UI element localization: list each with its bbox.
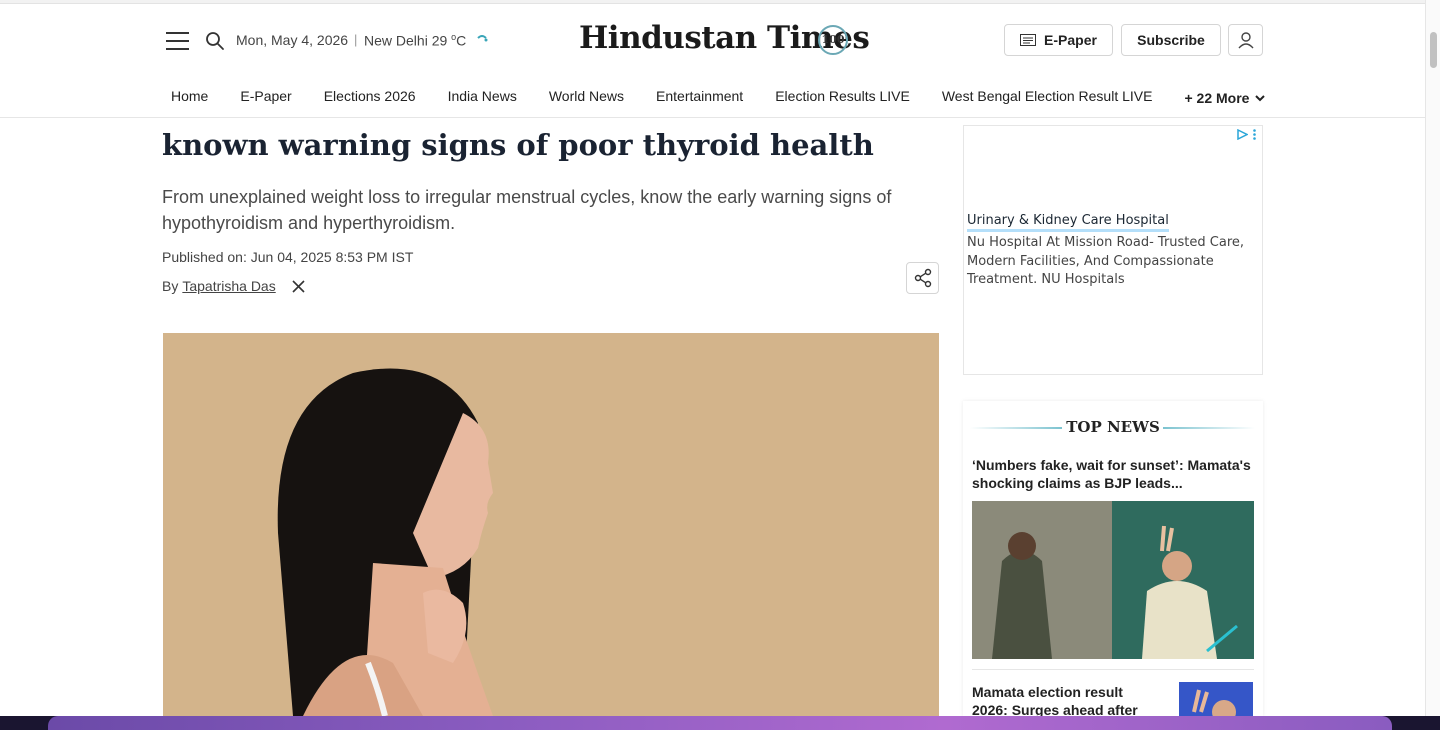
user-icon — [1237, 32, 1254, 49]
weather-icon — [477, 35, 488, 42]
centenary-badge: 100 — [818, 25, 848, 55]
city-temp: New Delhi 29 — [364, 32, 448, 49]
byline: By Tapatrisha Das — [162, 278, 305, 294]
share-icon — [914, 268, 931, 288]
ad-body: Nu Hospital At Mission Road- Trusted Car… — [967, 235, 1245, 287]
top-news-image-1[interactable] — [972, 501, 1254, 659]
nav-item-world-news[interactable]: World News — [549, 88, 624, 108]
nav-item-west-bengal[interactable]: West Bengal Election Result LIVE — [942, 88, 1153, 108]
nav-item-entertainment[interactable]: Entertainment — [656, 88, 743, 108]
date-separator: | — [354, 32, 358, 47]
user-account-button[interactable] — [1228, 24, 1263, 56]
author-link[interactable]: Tapatrisha Das — [182, 278, 275, 294]
article-hero-image — [163, 333, 939, 716]
top-news-widget: TOP NEWS ‘Numbers fake, wait for sunset’… — [963, 401, 1263, 722]
nav-item-epaper[interactable]: E-Paper — [240, 88, 291, 108]
weather-location: New Delhi 29 oC — [364, 32, 467, 49]
subscribe-button[interactable]: Subscribe — [1121, 24, 1221, 56]
more-vertical-icon[interactable] — [1253, 129, 1256, 140]
scrollbar-thumb[interactable] — [1430, 32, 1437, 68]
main-nav: Home E-Paper Elections 2026 India News W… — [171, 88, 1266, 108]
header-rule-right — [1163, 427, 1255, 429]
published-date: Published on: Jun 04, 2025 8:53 PM IST — [162, 249, 414, 265]
article-headline: known warning signs of poor thyroid heal… — [162, 128, 874, 162]
nav-item-india-news[interactable]: India News — [448, 88, 517, 108]
ad-title[interactable]: Urinary & Kidney Care Hospital — [967, 213, 1169, 232]
current-date: Mon, May 4, 2026 — [236, 32, 349, 48]
story-divider — [972, 669, 1254, 670]
top-news-story-2[interactable]: Mamata election result 2026: Surges ahea… — [972, 683, 1162, 719]
menu-icon[interactable] — [166, 32, 189, 50]
woman-profile-illustration — [163, 333, 939, 716]
epaper-label: E-Paper — [1044, 32, 1097, 48]
nav-item-election-results[interactable]: Election Results LIVE — [775, 88, 910, 108]
macos-dock[interactable] — [48, 716, 1392, 730]
temp-degree: o — [451, 32, 457, 42]
story-photo — [972, 501, 1254, 659]
site-header: Mon, May 4, 2026 | New Delhi 29 oC Hindu… — [0, 4, 1425, 118]
nav-more-label: + 22 More — [1184, 90, 1250, 106]
search-icon[interactable] — [205, 31, 225, 51]
x-twitter-icon[interactable] — [292, 279, 305, 293]
top-news-story-1[interactable]: ‘Numbers fake, wait for sunset’: Mamata'… — [972, 456, 1254, 492]
adchoices-icon[interactable] — [1237, 129, 1248, 140]
nav-more-button[interactable]: + 22 More — [1184, 88, 1266, 108]
byline-prefix: By — [162, 278, 179, 294]
nav-item-home[interactable]: Home — [171, 88, 208, 108]
article-summary: From unexplained weight loss to irregula… — [162, 187, 892, 233]
epaper-button[interactable]: E-Paper — [1004, 24, 1113, 56]
newspaper-icon — [1020, 34, 1037, 46]
page-scrollbar[interactable] — [1425, 0, 1440, 716]
sponsored-ad[interactable]: Urinary & Kidney Care Hospital Nu Hospit… — [963, 125, 1263, 375]
share-button[interactable] — [906, 262, 939, 294]
browser-page: Mon, May 4, 2026 | New Delhi 29 oC Hindu… — [0, 0, 1440, 730]
nav-item-elections[interactable]: Elections 2026 — [324, 88, 416, 108]
top-news-header: TOP NEWS — [963, 418, 1263, 438]
chevron-down-icon — [1255, 95, 1266, 102]
ad-choices[interactable] — [1237, 129, 1256, 140]
